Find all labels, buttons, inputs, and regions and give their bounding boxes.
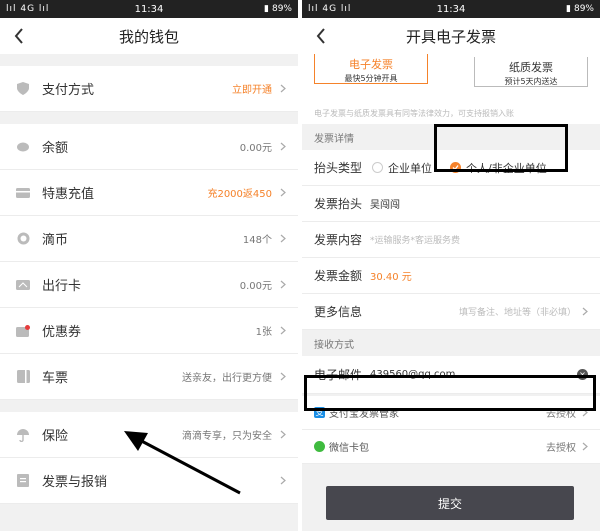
chevron-right-icon [280,372,286,381]
wallet-item-label: 滴币 [42,233,69,248]
travel-card-icon [16,278,30,292]
invoice-icon [16,474,30,488]
shield-icon [16,82,30,96]
wallet-item-travel-card[interactable]: 出行卡 0.00元 [0,262,298,308]
wallet-item-label: 特惠充值 [42,187,95,202]
piggy-bank-icon [16,140,30,154]
submit-button[interactable]: 提交 [326,486,574,520]
invoice-navbar: 开具电子发票 [302,18,600,54]
back-button[interactable] [316,26,330,46]
wallet-item-label: 保险 [42,429,69,444]
tab-paper-invoice[interactable]: 纸质发票 预计5天内送达 [474,57,588,87]
wechat-icon [314,441,325,452]
chevron-right-icon [280,142,286,151]
chevron-right-icon [280,430,286,439]
wallet-item-coins[interactable]: 滴币 148个 [0,216,298,262]
chevron-right-icon [280,234,286,243]
field-label: 发票内容 [314,233,363,247]
chevron-right-icon [280,280,286,289]
page-title: 我的钱包 [118,27,179,46]
wallet-item-label: 发票与报销 [42,475,108,490]
coupon-icon [16,324,30,338]
wallet-item-label: 优惠券 [42,325,82,340]
wallet-item-label: 车票 [42,371,69,386]
radio-unchecked-icon [372,162,383,173]
ticket-icon [16,370,30,384]
wallet-item-value: 1张 [255,327,272,338]
status-bar: lıl 4G lıl 11:34 ▮ 89% [0,0,298,18]
invoice-head-input[interactable]: 吴闯闯 [370,196,400,211]
wallet-item-label: 余额 [42,141,69,156]
invoice-content-value: *运输服务*客运服务费 [370,236,461,246]
invoice-amount-row: 发票金额 30.40 元 [302,258,600,294]
wallet-item-value: 充2000返450 [207,189,272,200]
tab-electronic-invoice[interactable]: 电子发票 最快5分钟开具 [314,54,428,84]
status-bar: lıl 4G lıl 11:34 ▮ 89% [302,0,600,18]
chevron-right-icon [280,326,286,335]
page-title: 开具电子发票 [405,27,496,46]
chevron-right-icon [582,442,588,451]
wallet-item-payment[interactable]: 支付方式 立即开通 [0,66,298,112]
wallet-item-value: 0.00元 [239,143,272,154]
wallet-item-value: 0.00元 [239,281,272,292]
invoice-screen: lıl 4G lıl 11:34 ▮ 89% 开具电子发票 电子发票 最快5分钟… [302,0,600,531]
authorize-action: 去授权 [546,443,576,454]
wallet-item-value: 148个 [242,235,272,246]
field-label: 发票抬头 [314,197,363,211]
back-button[interactable] [14,26,28,46]
wechat-card-row[interactable]: 微信卡包 去授权 [302,430,600,464]
chevron-left-icon [14,28,23,44]
status-time: 11:34 [134,3,164,15]
tab-sublabel: 最快5分钟开具 [344,74,398,83]
highlight-box-type-option [434,124,568,172]
coin-icon [16,232,30,246]
umbrella-icon [16,428,30,442]
wallet-screen: lıl 4G lıl 11:34 ▮ 89% 我的钱包 支付方式 立即开通 余额… [0,0,298,531]
wallet-item-balance[interactable]: 余额 0.00元 [0,124,298,170]
chevron-left-icon [316,28,325,44]
field-label: 更多信息 [314,305,363,319]
more-info-row[interactable]: 更多信息 填写备注、地址等（非必填） [302,294,600,330]
wallet-item-recharge[interactable]: 特惠充值 充2000返450 [0,170,298,216]
chevron-right-icon [582,307,588,316]
tab-label: 电子发票 [349,58,393,71]
wallet-item-coupons[interactable]: 优惠券 1张 [0,308,298,354]
wallet-item-label: 支付方式 [42,83,95,98]
provider-label: 微信卡包 [329,443,369,454]
chevron-right-icon [280,84,286,93]
wallet-item-value: 送亲友，出行更方便 [182,373,272,384]
wallet-item-value: 立即开通 [232,85,272,96]
wallet-item-label: 出行卡 [42,279,82,294]
section-header: 接收方式 [302,330,600,356]
field-label: 发票金额 [314,269,363,283]
invoice-head-row[interactable]: 发票抬头 吴闯闯 [302,186,600,222]
more-info-placeholder: 填写备注、地址等（非必填） [458,308,576,318]
annotation-arrow-icon [124,431,241,495]
tab-label: 纸质发票 [509,61,553,74]
card-icon [16,186,30,200]
invoice-content-row: 发票内容 *运输服务*客运服务费 [302,222,600,258]
invoice-note: 电子发票与纸质发票具有同等法律效力，可支持报销入账 [302,104,600,124]
radio-company[interactable]: 企业单位 [372,160,432,176]
wallet-item-tickets[interactable]: 车票 送亲友，出行更方便 [0,354,298,400]
tab-sublabel: 预计5天内送达 [504,77,558,86]
field-label: 抬头类型 [314,161,363,175]
chevron-right-icon [280,188,286,197]
status-time: 11:34 [436,3,466,15]
highlight-box-alipay [304,375,596,411]
invoice-amount-value: 30.40 元 [370,272,412,283]
wallet-navbar: 我的钱包 [0,18,298,54]
invoice-type-tabs: 电子发票 最快5分钟开具 纸质发票 预计5天内送达 [302,54,600,104]
chevron-right-icon [280,476,286,485]
